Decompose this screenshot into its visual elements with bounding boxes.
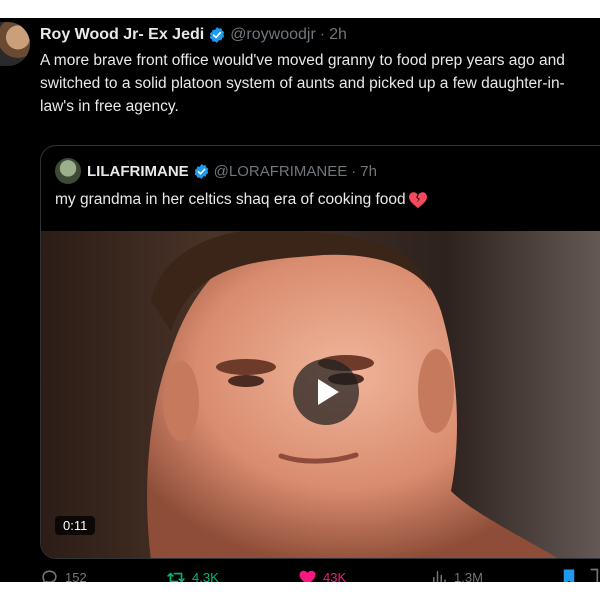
retweet-count: 4.3K (192, 569, 219, 583)
bookmark-icon (563, 569, 575, 582)
bookmark-button[interactable] (560, 564, 584, 582)
reply-count: 152 (65, 569, 87, 583)
retweet-icon (167, 572, 185, 582)
quote-header: LILAFRIMANE @LORAFRIMANEE · 7h (55, 158, 377, 184)
separator: · (351, 162, 357, 180)
tweet-card[interactable]: Roy Wood Jr- Ex Jedi @roywoodjr · 2h A m… (0, 18, 600, 582)
quote-author-name[interactable]: LILAFRIMANE (87, 163, 189, 180)
author-avatar[interactable] (0, 22, 30, 66)
verified-badge-icon (194, 163, 208, 179)
author-name[interactable]: Roy Wood Jr- Ex Jedi (40, 26, 204, 44)
quote-time[interactable]: 7h (360, 163, 377, 180)
quote-text-row: my grandma in her celtics shaq era of co… (55, 191, 428, 209)
action-bar: 152 4.3K 43K 1.3M (0, 564, 600, 582)
retweet-button[interactable]: 4.3K (166, 564, 219, 582)
reply-button[interactable]: 152 (40, 564, 87, 582)
quote-author-avatar[interactable] (55, 158, 81, 184)
video-player[interactable]: 0:11 (41, 231, 600, 558)
play-icon (318, 379, 339, 405)
views-button[interactable]: 1.3M (430, 564, 483, 582)
author-handle[interactable]: @roywoodjr (230, 26, 316, 44)
quoted-tweet[interactable]: LILAFRIMANE @LORAFRIMANEE · 7h my grandm… (40, 145, 600, 559)
separator: · (319, 26, 326, 43)
video-duration: 0:11 (55, 516, 96, 535)
views-count: 1.3M (454, 569, 483, 583)
broken-heart-emoji-icon (408, 192, 427, 209)
quote-author-handle[interactable]: @LORAFRIMANEE (214, 163, 348, 180)
heart-icon (299, 570, 316, 582)
like-count: 43K (323, 569, 347, 583)
reply-icon (42, 569, 57, 582)
play-button[interactable] (293, 359, 359, 425)
share-icon (590, 568, 599, 582)
views-icon (433, 571, 446, 582)
like-button[interactable]: 43K (298, 564, 346, 582)
tweet-header: Roy Wood Jr- Ex Jedi @roywoodjr · 2h (40, 24, 347, 46)
tweet-text: A more brave front office would've moved… (40, 52, 565, 115)
tweet-time[interactable]: 2h (329, 26, 347, 44)
verified-badge-icon (210, 27, 225, 43)
quote-text: my grandma in her celtics shaq era of co… (55, 191, 406, 208)
share-button[interactable] (588, 564, 600, 582)
